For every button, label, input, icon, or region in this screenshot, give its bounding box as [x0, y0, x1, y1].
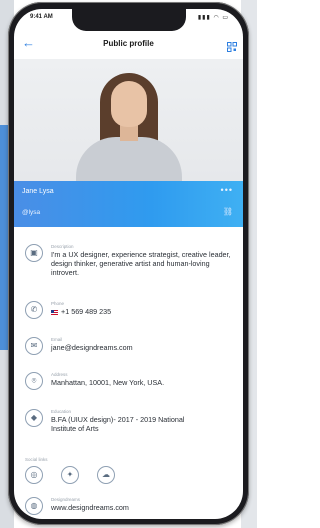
copy-link-button[interactable]: ⛓ — [223, 207, 233, 216]
qr-code-icon — [227, 42, 237, 52]
instagram-icon: ◎ — [30, 470, 38, 479]
profile-photo — [14, 59, 243, 187]
website-link[interactable]: www.designdreams.com — [51, 503, 239, 512]
globe-icon[interactable]: ◍ — [25, 497, 43, 515]
phone-frame: 9:41 AM ▮▮▮ ◠ ▭ ← Public profile Jane Ly… — [8, 2, 249, 525]
instagram-button[interactable]: ◎ — [25, 466, 43, 484]
profile-name-bar: Jane Lysa @lysa ••• ⛓ — [14, 181, 243, 227]
detail-label: Designdreams — [51, 497, 81, 502]
social-links-label: Social links — [25, 457, 48, 462]
more-options-button[interactable]: ••• — [221, 185, 233, 195]
education-icon: ◆ — [25, 409, 43, 427]
id-card-icon: ▣ — [25, 244, 43, 262]
detail-label: Address — [51, 372, 68, 377]
photo-face — [111, 81, 147, 127]
profile-handle: @lysa — [22, 209, 41, 216]
profile-name: Jane Lysa — [22, 188, 54, 195]
qr-button[interactable] — [227, 39, 237, 52]
snapchat-button[interactable]: ☁ — [97, 466, 115, 484]
snapchat-icon: ☁ — [102, 470, 110, 479]
detail-label: Description — [51, 244, 74, 249]
detail-label: Email — [51, 337, 63, 342]
detail-value: B.FA (UIUX design)- 2017 - 2019 National… — [51, 415, 185, 433]
detail-value[interactable]: jane@designdreams.com — [51, 343, 239, 352]
detail-label: Education — [51, 409, 72, 414]
us-flag-icon — [51, 309, 58, 315]
link-icon: ⛓ — [222, 207, 233, 216]
notch — [72, 9, 186, 31]
more-icon: ••• — [220, 185, 233, 195]
screen: 9:41 AM ▮▮▮ ◠ ▭ ← Public profile Jane Ly… — [14, 9, 243, 519]
status-icons: ▮▮▮ ◠ ▭ — [197, 15, 229, 21]
email-icon[interactable]: ✉ — [25, 337, 43, 355]
status-time: 9:41 AM — [30, 14, 53, 20]
twitter-button[interactable]: ✦ — [61, 466, 79, 484]
detail-label: Phone — [51, 301, 65, 306]
page-title: Public profile — [103, 39, 154, 48]
phone-number: +1 569 489 235 — [61, 307, 112, 316]
detail-value: I'm a UX designer, experience strategist… — [51, 250, 231, 277]
location-icon[interactable]: ⌾ — [25, 372, 43, 390]
phone-icon[interactable]: ✆ — [25, 301, 43, 319]
detail-value-phone[interactable]: +1 569 489 235 — [51, 307, 239, 316]
twitter-icon: ✦ — [66, 470, 74, 479]
detail-value[interactable]: Manhattan, 10001, New York, USA. — [51, 378, 239, 387]
photo-shirt — [76, 137, 182, 187]
